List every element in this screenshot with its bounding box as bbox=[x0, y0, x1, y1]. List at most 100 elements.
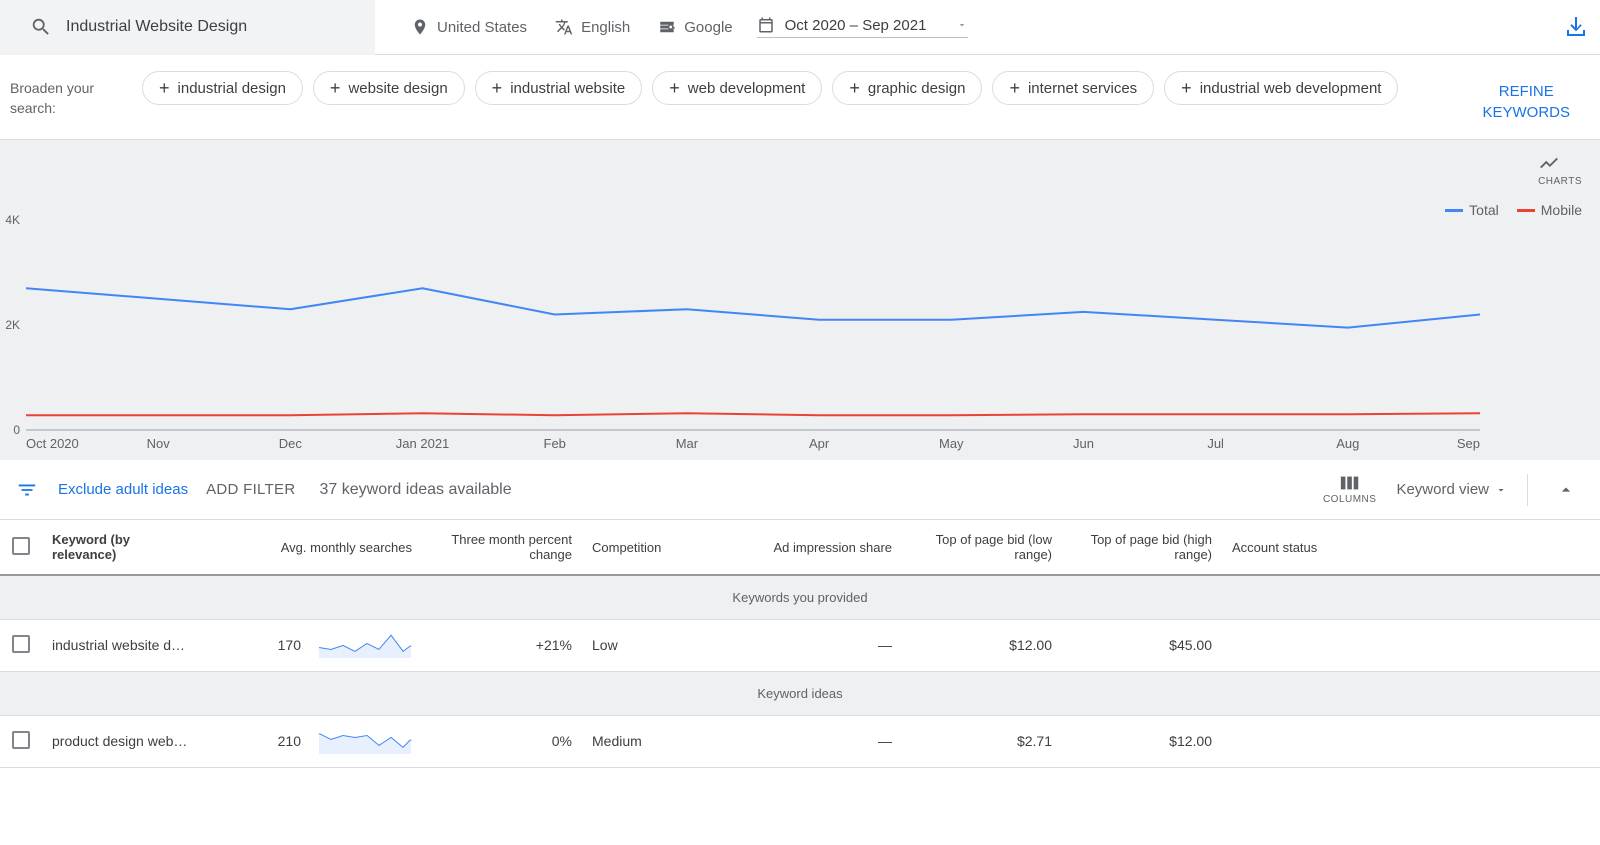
plus-icon: + bbox=[159, 79, 170, 97]
broaden-chip-5[interactable]: +internet services bbox=[992, 71, 1154, 105]
svg-text:Aug: Aug bbox=[1336, 436, 1359, 451]
svg-text:Nov: Nov bbox=[147, 436, 171, 451]
section-provided: Keywords you provided bbox=[0, 575, 1600, 619]
legend-total: Total bbox=[1445, 202, 1499, 218]
top-bar: United States English Google Oct 2020 – … bbox=[0, 0, 1600, 55]
svg-text:2K: 2K bbox=[5, 318, 20, 332]
columns-button[interactable]: COLUMNS bbox=[1323, 474, 1377, 505]
cell-keyword: industrial website d… bbox=[42, 619, 202, 671]
col-account-status[interactable]: Account status bbox=[1222, 520, 1600, 575]
broaden-label: Broaden your search: bbox=[10, 79, 120, 118]
search-network-icon bbox=[658, 18, 676, 36]
network-filter[interactable]: Google bbox=[644, 18, 746, 36]
cell-account bbox=[1222, 715, 1600, 767]
broaden-chips: +industrial design +website design +indu… bbox=[142, 71, 1460, 105]
cell-keyword: product design web… bbox=[42, 715, 202, 767]
cell-high-bid: $45.00 bbox=[1062, 619, 1222, 671]
cell-low-bid: $2.71 bbox=[902, 715, 1062, 767]
table-row[interactable]: industrial website d… 170 +21% Low — $12… bbox=[0, 619, 1600, 671]
broaden-chip-3[interactable]: +web development bbox=[652, 71, 822, 105]
expand-collapse-button[interactable] bbox=[1548, 480, 1584, 500]
broaden-chip-0[interactable]: +industrial design bbox=[142, 71, 303, 105]
svg-text:0: 0 bbox=[13, 423, 20, 437]
language-filter[interactable]: English bbox=[541, 18, 644, 36]
broaden-chip-6[interactable]: +industrial web development bbox=[1164, 71, 1398, 105]
broaden-chip-4[interactable]: +graphic design bbox=[832, 71, 982, 105]
svg-text:Jul: Jul bbox=[1207, 436, 1224, 451]
dropdown-arrow-icon bbox=[956, 19, 968, 31]
chevron-up-icon bbox=[1556, 480, 1576, 500]
download-icon bbox=[1564, 15, 1588, 39]
plus-icon: + bbox=[669, 79, 680, 97]
cell-change: +21% bbox=[422, 619, 582, 671]
table-filter-bar: Exclude adult ideas ADD FILTER 37 keywor… bbox=[0, 460, 1600, 520]
columns-icon bbox=[1339, 474, 1361, 492]
date-range-picker[interactable]: Oct 2020 – Sep 2021 bbox=[757, 16, 969, 38]
ideas-available-text: 37 keyword ideas available bbox=[320, 481, 512, 499]
cell-low-bid: $12.00 bbox=[902, 619, 1062, 671]
col-low-bid[interactable]: Top of page bid (low range) bbox=[902, 520, 1062, 575]
select-all-checkbox[interactable] bbox=[0, 520, 42, 575]
date-range-text: Oct 2020 – Sep 2021 bbox=[785, 17, 927, 34]
cell-change: 0% bbox=[422, 715, 582, 767]
svg-text:Dec: Dec bbox=[279, 436, 303, 451]
add-filter-button[interactable]: ADD FILTER bbox=[206, 481, 295, 498]
plus-icon: + bbox=[1009, 79, 1020, 97]
plus-icon: + bbox=[492, 79, 503, 97]
refine-keywords-button[interactable]: REFINEKEYWORDS bbox=[1482, 81, 1570, 123]
chart-area: CHARTS Total Mobile 02K4KOct 2020NovDecJ… bbox=[0, 140, 1600, 460]
exclude-adult-link[interactable]: Exclude adult ideas bbox=[58, 481, 188, 498]
location-icon bbox=[411, 18, 429, 36]
broaden-search-section: Broaden your search: +industrial design … bbox=[0, 55, 1600, 140]
network-text: Google bbox=[684, 19, 732, 36]
line-chart-icon bbox=[1538, 152, 1560, 174]
location-filter[interactable]: United States bbox=[397, 18, 541, 36]
col-impression-share[interactable]: Ad impression share bbox=[742, 520, 902, 575]
section-ideas: Keyword ideas bbox=[0, 671, 1600, 715]
cell-competition: Medium bbox=[582, 715, 742, 767]
col-high-bid[interactable]: Top of page bid (high range) bbox=[1062, 520, 1222, 575]
chart-type-toggle[interactable]: CHARTS bbox=[1538, 152, 1582, 187]
broaden-chip-2[interactable]: +industrial website bbox=[475, 71, 643, 105]
svg-text:Feb: Feb bbox=[544, 436, 566, 451]
search-box[interactable] bbox=[0, 0, 375, 55]
table-row[interactable]: product design web… 210 0% Medium — $2.7… bbox=[0, 715, 1600, 767]
svg-text:Jun: Jun bbox=[1073, 436, 1094, 451]
download-button[interactable] bbox=[1564, 15, 1588, 39]
svg-text:Mar: Mar bbox=[676, 436, 699, 451]
sparkline-icon bbox=[317, 726, 412, 756]
dropdown-arrow-icon bbox=[1495, 484, 1507, 496]
col-three-month-change[interactable]: Three month percent change bbox=[422, 520, 582, 575]
sparkline-icon bbox=[317, 630, 412, 660]
location-text: United States bbox=[437, 19, 527, 36]
col-avg-searches[interactable]: Avg. monthly searches bbox=[202, 520, 422, 575]
keyword-view-dropdown[interactable]: Keyword view bbox=[1396, 481, 1507, 498]
cell-high-bid: $12.00 bbox=[1062, 715, 1222, 767]
row-checkbox[interactable] bbox=[0, 619, 42, 671]
plus-icon: + bbox=[1181, 79, 1192, 97]
col-keyword[interactable]: Keyword (by relevance) bbox=[42, 520, 202, 575]
col-competition[interactable]: Competition bbox=[582, 520, 742, 575]
svg-text:4K: 4K bbox=[5, 213, 20, 227]
svg-text:May: May bbox=[939, 436, 964, 451]
plus-icon: + bbox=[849, 79, 860, 97]
cell-competition: Low bbox=[582, 619, 742, 671]
svg-text:Apr: Apr bbox=[809, 436, 830, 451]
row-checkbox[interactable] bbox=[0, 715, 42, 767]
language-text: English bbox=[581, 19, 630, 36]
search-icon bbox=[30, 16, 52, 38]
charts-label: CHARTS bbox=[1538, 176, 1582, 187]
plus-icon: + bbox=[330, 79, 341, 97]
search-input[interactable] bbox=[66, 18, 346, 36]
chart-legend: Total Mobile bbox=[1445, 202, 1582, 218]
translate-icon bbox=[555, 18, 573, 36]
cell-impression: — bbox=[742, 619, 902, 671]
divider bbox=[1527, 474, 1528, 506]
svg-text:Sep: Sep bbox=[1457, 436, 1480, 451]
cell-account bbox=[1222, 619, 1600, 671]
keyword-table: Keyword (by relevance) Avg. monthly sear… bbox=[0, 520, 1600, 768]
trend-chart[interactable]: 02K4KOct 2020NovDecJan 2021FebMarAprMayJ… bbox=[0, 150, 1600, 460]
filter-funnel-icon[interactable] bbox=[16, 479, 38, 501]
cell-impression: — bbox=[742, 715, 902, 767]
broaden-chip-1[interactable]: +website design bbox=[313, 71, 465, 105]
